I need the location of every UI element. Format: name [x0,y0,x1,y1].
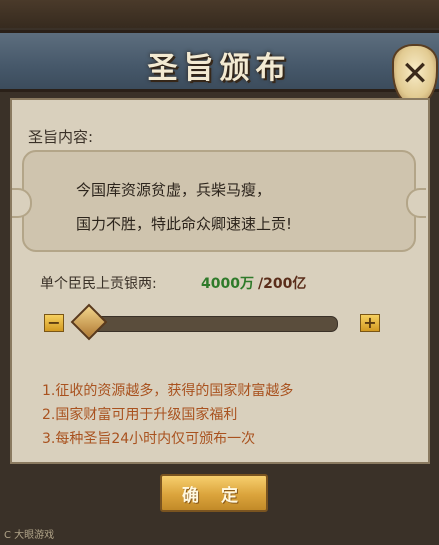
tip-item: 1.征收的资源越多，获得的国家财富越多 [42,383,294,399]
increase-button[interactable]: + [360,314,380,332]
silver-slider-track[interactable] [80,316,338,332]
tip-item: 3.每种圣旨24小时内仅可颁布一次 [42,431,256,447]
decree-line: 今国库资源贫虚，兵柴马瘦， [76,181,272,199]
tip-item: 2.国家财富可用于升级国家福利 [42,407,238,423]
silver-current-value: 4000万 [201,276,254,292]
close-button[interactable]: ✕ [392,44,438,104]
confirm-button[interactable]: 确 定 [160,474,268,512]
decree-line: 国力不胜，特此命众卿速速上贡! [76,215,293,233]
close-icon: ✕ [400,54,430,94]
decree-content-label: 圣旨内容: [28,128,94,146]
silver-label: 单个臣民上贡银两: [40,276,157,292]
decree-scroll [12,150,426,252]
silver-max-value: /200亿 [258,276,307,292]
dialog-title: 圣旨颁布 [147,51,292,86]
decrease-button[interactable]: − [44,314,64,332]
watermark-text: C 大眼游戏 [4,530,55,541]
dialog-header: 圣旨颁布 [0,30,439,92]
